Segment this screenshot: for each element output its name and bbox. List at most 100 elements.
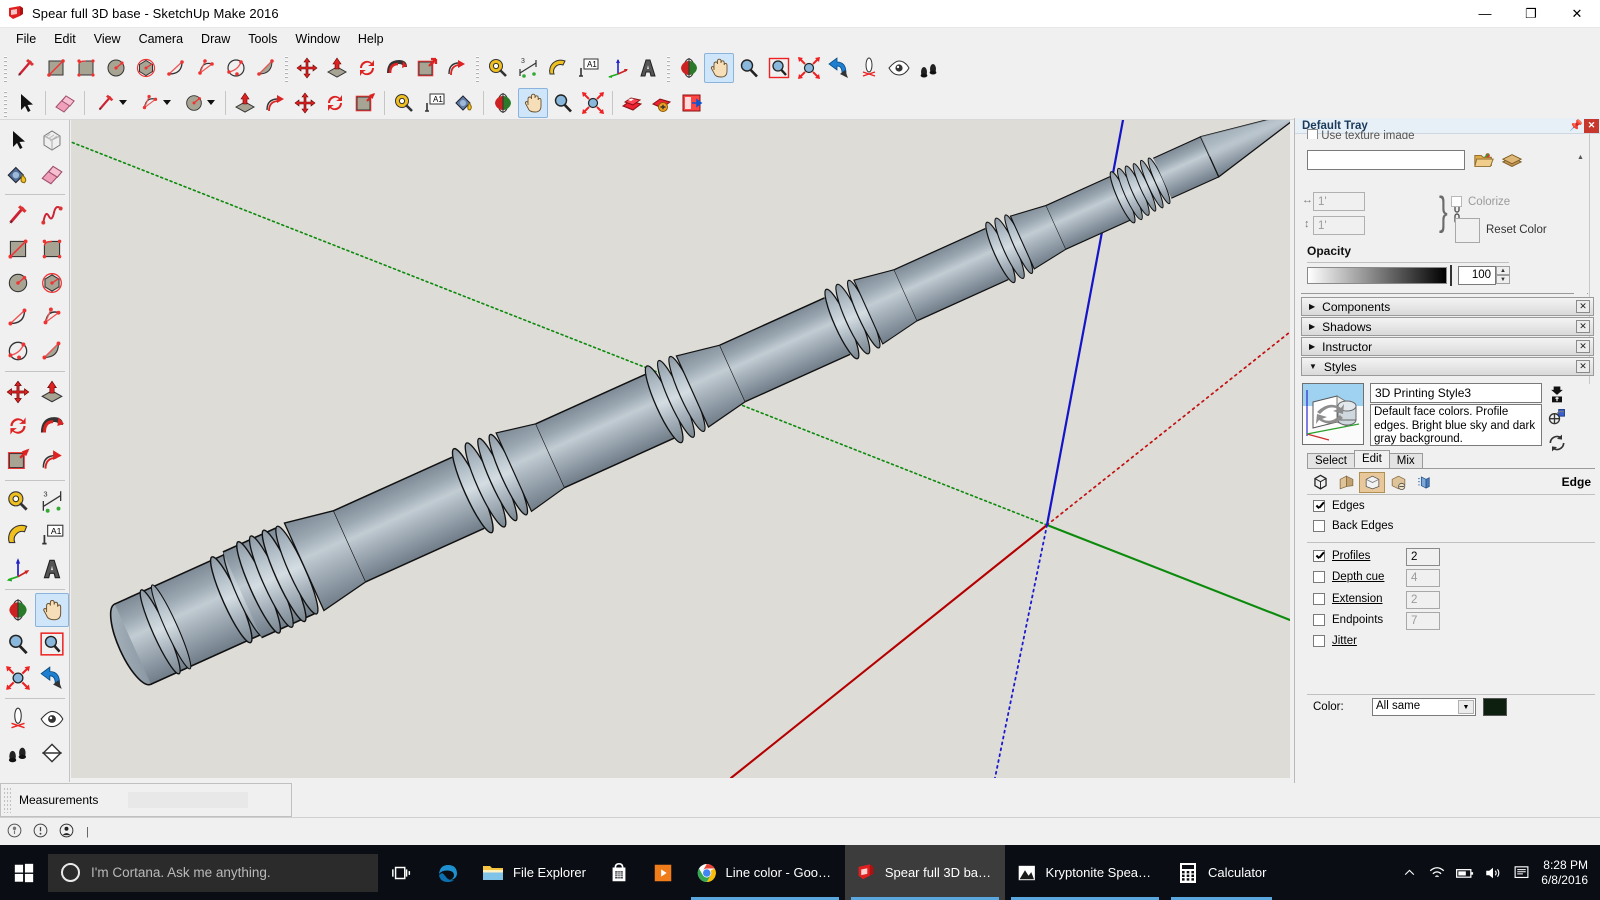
taskbar-photos[interactable]: Kryptonite Spear cl... [1005,845,1165,900]
measurements-input[interactable] [128,792,249,808]
walk-icon[interactable] [1,736,35,770]
polygon-tool-icon[interactable] [35,266,69,300]
offset-tool-icon[interactable] [442,53,472,83]
select-tool-icon[interactable] [1,123,35,157]
rotate-tool-icon[interactable] [320,88,350,118]
tape-measure-tool-icon[interactable] [483,53,513,83]
orbit-tool-icon[interactable] [488,88,518,118]
checkbox-depth-cue[interactable]: Depth cue [1313,571,1384,583]
show-hidden-icons-chevron[interactable] [1395,845,1423,900]
edge-color-swatch[interactable] [1483,698,1507,716]
dimension-tool-icon[interactable]: 3 [35,484,69,518]
paint-bucket-icon[interactable] [1,157,35,191]
axes-tool-icon[interactable] [603,53,633,83]
pushpull-tool-icon[interactable] [322,53,352,83]
taskbar-calculator[interactable]: Calculator [1165,845,1278,900]
tab-mix[interactable]: Mix [1388,453,1423,468]
tab-select[interactable]: Select [1307,453,1355,468]
checkbox-colorize[interactable] [1451,196,1462,207]
eraser-tool-icon[interactable] [35,157,69,191]
opacity-value-input[interactable]: 100 [1458,266,1496,285]
windows-start-icon[interactable] [0,845,48,900]
paint-bucket-icon[interactable] [449,88,479,118]
taskbar-file-explorer[interactable]: File Explorer [470,845,597,900]
zoom-extents-tool-icon[interactable] [794,53,824,83]
protractor-tool-icon[interactable] [1,518,35,552]
arc-tool-icon[interactable] [161,53,191,83]
arc-tool-icon[interactable] [1,300,35,334]
zoom-tool-icon[interactable] [548,88,578,118]
background-settings-icon[interactable] [1359,471,1385,493]
texture-width-input[interactable]: 1' [1313,192,1365,211]
move-tool-icon[interactable] [290,88,320,118]
texture-height-input[interactable]: 1' [1313,216,1365,235]
scale-tool-icon[interactable] [1,443,35,477]
share-model-icon[interactable] [647,88,677,118]
menu-tools[interactable]: Tools [239,30,286,48]
rotated-rectangle-tool-icon[interactable] [71,53,101,83]
edge-settings-icon[interactable] [1307,472,1333,493]
task-view-icon[interactable] [378,845,426,900]
axes-tool-icon[interactable] [1,552,35,586]
make-component-icon[interactable] [35,123,69,157]
checkbox-jitter[interactable]: Jitter [1313,635,1357,647]
stepper-down[interactable]: ▼ [1496,275,1510,284]
toolbar-grip[interactable] [2,88,9,117]
menu-view[interactable]: View [85,30,130,48]
rectangle-tool-icon[interactable] [1,232,35,266]
action-center-icon[interactable] [1507,845,1535,900]
chevron-right-icon[interactable]: ▶ [1309,322,1315,331]
texture-stack-icon[interactable] [1501,150,1523,172]
style-name-field[interactable]: 3D Printing Style3 [1370,383,1542,403]
checkbox-endpoints[interactable]: Endpoints [1313,614,1383,626]
rectangle-tool-icon[interactable] [41,53,71,83]
help-icon[interactable] [32,822,52,842]
text-tool-icon[interactable]: A1 [35,518,69,552]
style-thumbnail-icon[interactable] [1302,383,1364,445]
taskbar-store[interactable] [597,845,641,900]
3d-warehouse-icon[interactable] [617,88,647,118]
checkbox-box[interactable] [1313,571,1325,583]
edge-color-select[interactable]: All same ▼ [1372,698,1476,716]
section-plane-icon[interactable] [35,736,69,770]
followme-tool-icon[interactable] [382,53,412,83]
polygon-tool-icon[interactable] [131,53,161,83]
toolbar-grip[interactable] [2,53,9,82]
3point-arc-tool-icon[interactable] [221,53,251,83]
taskbar-movies[interactable] [641,845,685,900]
3d-text-tool-icon[interactable] [633,53,663,83]
opacity-slider-thumb[interactable] [1450,265,1452,286]
chevron-down-icon[interactable]: ▼ [1309,362,1317,371]
spear-3d-model[interactable] [71,120,1290,778]
followme-tool-icon[interactable] [35,409,69,443]
circle-tool-icon[interactable] [101,53,131,83]
toolbar-grip[interactable] [474,53,481,82]
line-tool-icon[interactable] [89,88,133,118]
orbit-tool-icon[interactable] [1,593,35,627]
rotate-tool-icon[interactable] [352,53,382,83]
chevron-down-icon[interactable]: ▼ [1458,700,1474,714]
tape-measure-tool-icon[interactable] [389,88,419,118]
wifi-icon[interactable] [1423,845,1451,900]
taskbar-edge[interactable] [426,845,470,900]
pushpull-tool-icon[interactable] [35,375,69,409]
close-button[interactable]: ✕ [1554,0,1600,28]
taskbar-clock[interactable]: 8:28 PM 6/8/2016 [1535,858,1600,888]
reset-color-label[interactable]: Reset Color [1486,224,1547,236]
menu-window[interactable]: Window [286,30,348,48]
refresh-style-icon[interactable] [1547,433,1567,453]
text-tool-icon[interactable]: A1 [419,88,449,118]
freehand-tool-icon[interactable] [35,198,69,232]
rotate-tool-icon[interactable] [1,409,35,443]
opacity-stepper[interactable]: ▲ ▼ [1496,266,1510,285]
watermark-settings-icon[interactable] [1385,472,1411,493]
panel-components[interactable]: ▶ Components ✕ [1301,297,1594,316]
2point-arc-tool-icon[interactable] [35,300,69,334]
tab-edit[interactable]: Edit [1353,450,1390,468]
3point-arc-tool-icon[interactable] [1,334,35,368]
chevron-down-icon[interactable] [163,100,171,105]
circle-tool-icon[interactable] [1,266,35,300]
menu-edit[interactable]: Edit [45,30,85,48]
eraser-tool-icon[interactable] [50,88,80,118]
offset-tool-icon[interactable] [35,443,69,477]
